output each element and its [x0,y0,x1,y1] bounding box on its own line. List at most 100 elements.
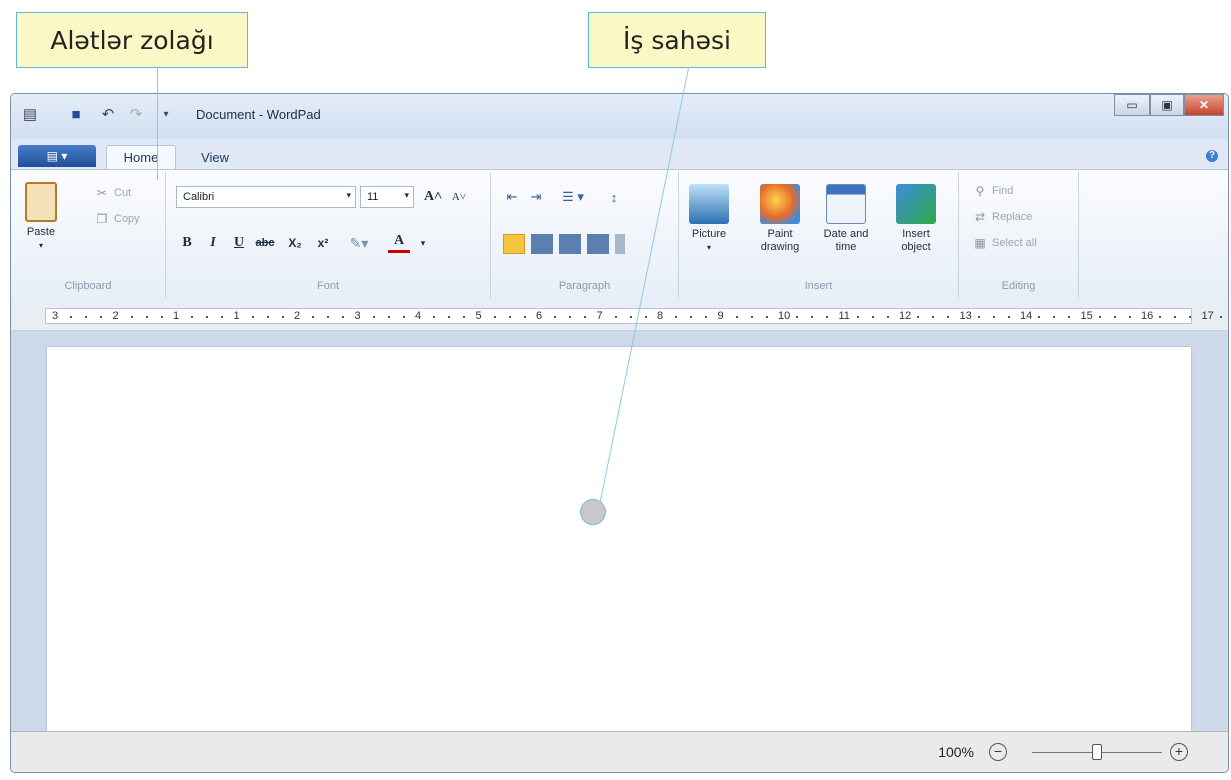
ruler-tick [402,316,405,318]
document-area [11,331,1228,737]
callout-workspace-text: İş sahəsi [623,25,731,55]
clipboard-group-label: Clipboard [64,280,112,292]
subscript-label: X₂ [288,236,302,250]
picture-button[interactable]: Picture ▾ [689,184,729,254]
ruler-tick [266,316,269,318]
ruler-tick [705,316,708,318]
cut-icon: ✂ [96,186,108,200]
ruler-number: 8 [657,310,664,322]
paragraph-dialog-icon[interactable] [615,234,625,254]
ruler-tick [70,316,73,318]
zoom-out-icon[interactable]: − [989,743,1007,761]
status-bar: 100% − + [11,731,1228,772]
callout-toolbar-text: Alətlər zolağı [50,25,214,55]
insert-group: Picture ▾ Paint drawing Date and time Ins… [679,172,959,298]
customize-icon[interactable]: ▾ [157,106,175,124]
font-family-select[interactable]: Calibri ▾ [176,186,356,208]
ruler[interactable]: 3 2 1 1 2 3 4 5 6 7 8 9 10 11 12 13 14 15 16 17 [11,302,1228,331]
paste-icon [25,182,57,222]
ruler-tick [811,316,814,318]
italic-button[interactable]: I [202,232,224,254]
ruler-tick [1007,316,1010,318]
shrink-font-icon[interactable]: A˅ [448,186,470,208]
paste-label: Paste [26,226,56,238]
redo-icon[interactable]: ↷ [127,106,145,124]
object-icon [896,184,936,224]
ruler-tick [221,316,224,318]
save-icon[interactable]: ■ [67,106,85,124]
strikethrough-button[interactable]: abc [254,232,276,254]
ruler-number: 6 [536,310,543,322]
paint-icon [760,184,800,224]
bullets-icon[interactable]: ☰ ▾ [553,186,593,208]
replace-button[interactable]: ⇄ Replace [973,210,1032,224]
ruler-tick [463,316,466,318]
ruler-tick [1038,316,1041,318]
ruler-tick [871,316,874,318]
paint-drawing-button[interactable]: Paint drawing [751,184,809,254]
outdent-icon[interactable]: ⇤ [501,186,523,208]
ribbon: Paste ▾ ✂ Cut ❐ Copy Clipboard Calibri ▾ 11… [11,169,1228,303]
chevron-down-icon[interactable]: ▾ [412,232,434,254]
cut-button[interactable]: ✂ Cut [95,186,131,200]
ruler-tick [85,316,88,318]
zoom-slider-thumb[interactable] [1092,744,1102,760]
datetime-label: Date and time [823,228,869,253]
highlight-icon[interactable]: ✎▾ [348,232,370,254]
date-time-button[interactable]: Date and time [815,184,877,254]
align-left-icon[interactable] [503,234,525,254]
align-center-icon[interactable] [531,234,553,254]
ruler-tick [100,316,103,318]
ruler-tick [145,316,148,318]
find-button[interactable]: ⚲ Find [973,184,1014,198]
tab-view[interactable]: View [191,145,239,169]
superscript-button[interactable]: x² [312,232,334,254]
ruler-tick [1159,316,1162,318]
ruler-number: 5 [475,310,482,322]
bold-button[interactable]: B [176,232,198,254]
cut-label: Cut [114,187,132,199]
calendar-icon [826,184,866,224]
font-color-icon[interactable]: A [388,232,410,253]
close-button[interactable]: ✕ [1184,94,1224,116]
undo-icon[interactable]: ↶ [99,106,117,124]
align-right-icon[interactable] [559,234,581,254]
grow-font-icon[interactable]: A˄ [422,186,444,208]
zoom-in-icon[interactable]: + [1170,743,1188,761]
app-menu-button[interactable]: ▤ ▾ [18,145,96,167]
font-size-select[interactable]: 11 ▾ [360,186,414,208]
ruler-tick [448,316,451,318]
maximize-button[interactable]: ▣ [1150,94,1184,116]
ruler-tick [281,316,284,318]
copy-button[interactable]: ❐ Copy [95,212,140,226]
picture-label: Picture [691,228,727,240]
font-group: Calibri ▾ 11 ▾ A˄ A˅ B I U abc X₂ x² ✎▾ A … [166,172,491,298]
ruler-number: 13 [959,310,972,322]
replace-label: Replace [992,211,1033,223]
insert-object-button[interactable]: Insert object [891,184,941,254]
subscript-button[interactable]: X₂ [284,232,306,254]
ruler-tick [342,316,345,318]
ruler-number: 14 [1020,310,1033,322]
title-bar: ▤ ■ ↶ ↷ ▾ Document - WordPad ▭ ▣ ✕ [11,94,1228,139]
ruler-tick [932,316,935,318]
indent-icon[interactable]: ⇥ [525,186,547,208]
minimize-button[interactable]: ▭ [1114,94,1150,116]
zoom-level: 100% [938,744,974,760]
ruler-tick [160,316,163,318]
underline-button[interactable]: U [228,232,250,254]
help-icon[interactable]: ? [1206,150,1218,162]
ruler-tick [1128,316,1131,318]
ruler-number: 3 [354,310,361,322]
paste-button[interactable]: Paste ▾ [25,182,57,252]
line-spacing-icon[interactable]: ↕ [603,186,625,208]
ruler-tick [1098,316,1101,318]
select-all-icon: ▦ [974,236,986,250]
ruler-tick [947,316,950,318]
ruler-tick [523,316,526,318]
tab-home[interactable]: Home [106,145,176,169]
justify-icon[interactable] [587,234,609,254]
select-all-button[interactable]: ▦ Select all [973,236,1036,250]
font-group-label: Font [316,280,339,292]
ruler-number: 17 [1201,310,1214,322]
